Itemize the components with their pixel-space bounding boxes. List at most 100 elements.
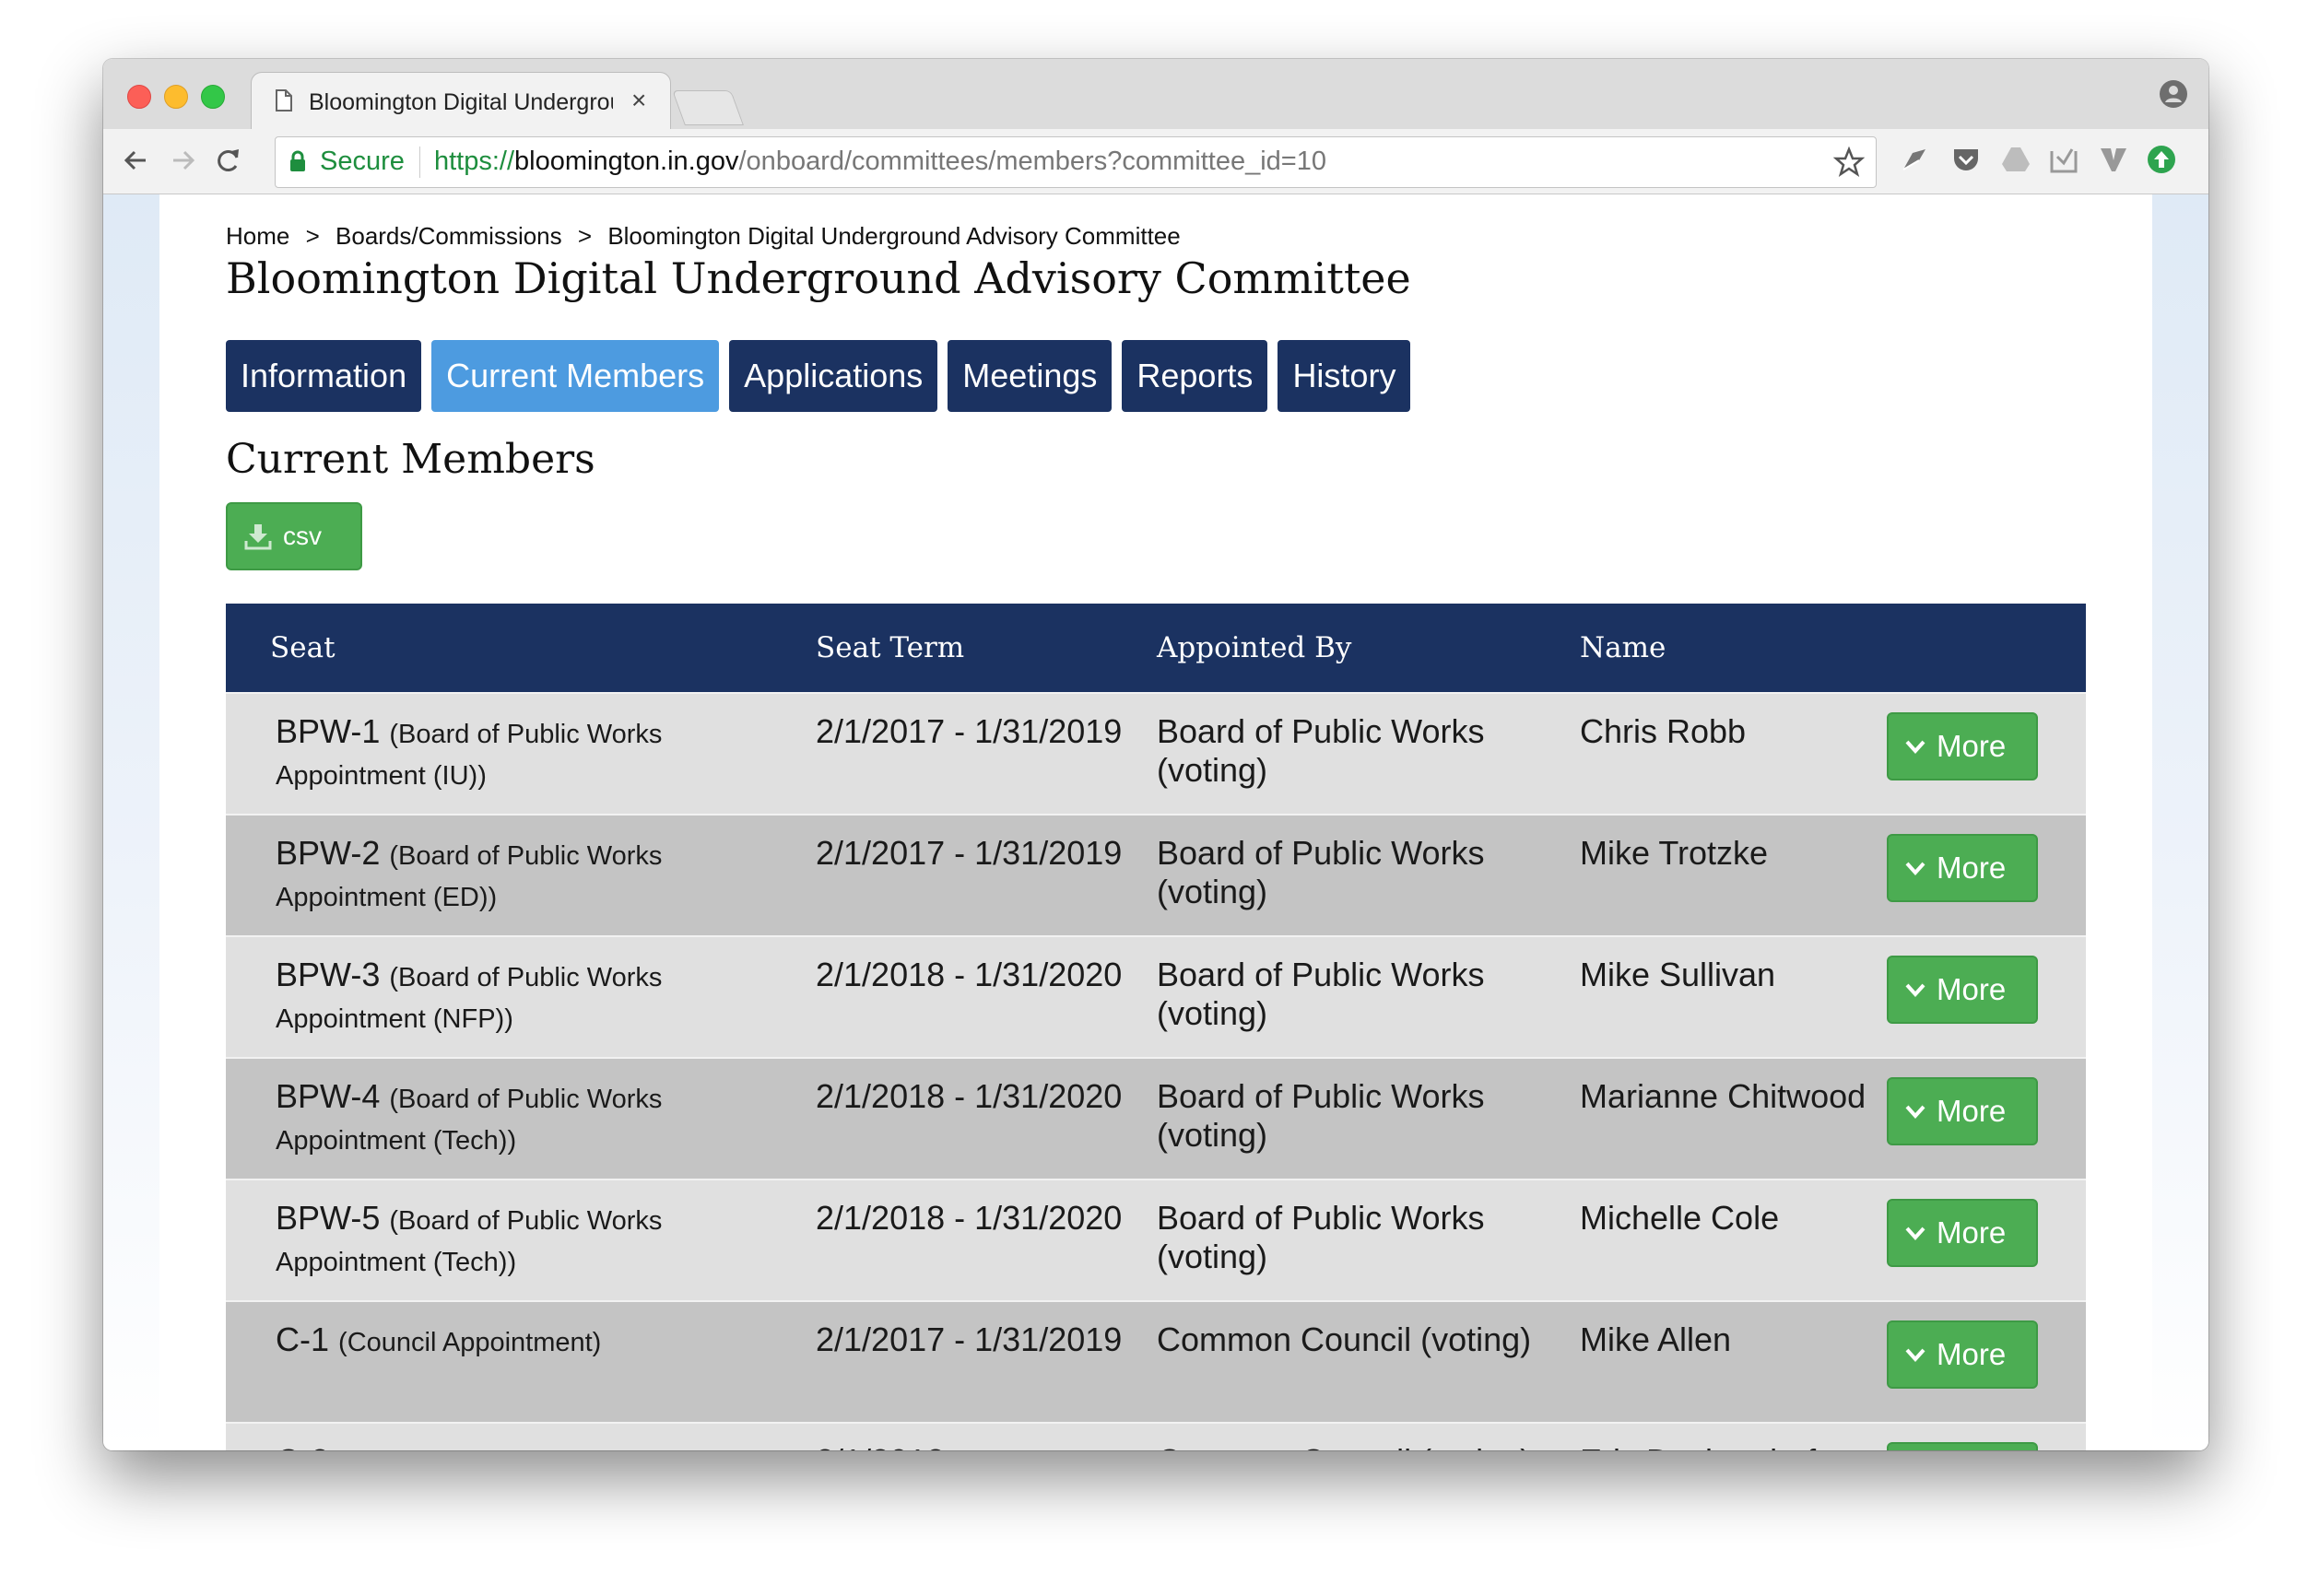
more-label: More <box>1937 1094 2007 1128</box>
seat-cell: C-2 (Council Appointment) <box>226 1423 801 1450</box>
breadcrumb-committee[interactable]: Bloomington Digital Underground Advisory… <box>607 222 1180 250</box>
actions-cell: More <box>1887 936 2086 1058</box>
header-seat: Seat <box>226 604 801 693</box>
update-icon[interactable] <box>2146 144 2177 175</box>
member-name-cell: Chris Robb <box>1554 693 1887 815</box>
seat-code: BPW-1 <box>276 712 381 750</box>
tab-information[interactable]: Information <box>226 340 422 412</box>
table-row: BPW-5 (Board of Public Works Appointment… <box>226 1179 2086 1301</box>
url-separator <box>419 147 420 178</box>
page-viewport: Home > Boards/Commissions > Bloomington … <box>103 194 2208 1450</box>
more-label: More <box>1937 1215 2007 1250</box>
appointed-by-cell: Board of Public Works (voting) <box>1131 936 1554 1058</box>
tab-title: Bloomington Digital Undergrou <box>309 89 613 115</box>
more-button[interactable]: More <box>1887 1077 2038 1145</box>
seat-code: BPW-4 <box>276 1077 381 1115</box>
member-name-cell: Eric Dockendorf <box>1554 1423 1887 1450</box>
star-icon[interactable] <box>1833 147 1865 178</box>
actions-cell: More <box>1887 693 2086 815</box>
seat-cell: BPW-5 (Board of Public Works Appointment… <box>226 1179 801 1301</box>
seat-term-cell: 2/1/2018 - 1/31/2020 <box>801 936 1131 1058</box>
member-name-cell: Mike Trotzke <box>1554 815 1887 936</box>
table-row: BPW-2 (Board of Public Works Appointment… <box>226 815 2086 936</box>
breadcrumb-separator: > <box>305 222 320 250</box>
table-row: C-1 (Council Appointment) 2/1/2017 - 1/31… <box>226 1301 2086 1423</box>
table-header-row: Seat Seat Term Appointed By Name <box>226 604 2086 693</box>
drive-icon[interactable] <box>2000 144 2031 175</box>
seat-description: (Council Appointment) <box>338 1328 602 1357</box>
forward-arrow-icon[interactable] <box>164 142 201 179</box>
chevron-down-icon <box>1905 983 1925 997</box>
header-actions <box>1887 604 2086 693</box>
browser-toolbar: Secure https://bloomington.in.gov/onboar… <box>103 129 2208 194</box>
tab-close-button[interactable]: × <box>631 86 646 115</box>
more-button[interactable]: More <box>1887 712 2038 780</box>
pocket-icon[interactable] <box>1950 144 1982 175</box>
minimize-window-button[interactable] <box>164 85 188 109</box>
tab-applications[interactable]: Applications <box>729 340 938 412</box>
header-seat-term: Seat Term <box>801 604 1131 693</box>
more-label: More <box>1937 729 2007 763</box>
profile-icon[interactable] <box>2159 79 2188 109</box>
seat-term-cell: 2/1/2018 - <box>801 1423 1131 1450</box>
more-label: More <box>1937 1337 2007 1371</box>
tab-history[interactable]: History <box>1278 340 1411 412</box>
more-button[interactable]: More <box>1887 1442 2038 1450</box>
breadcrumb-home[interactable]: Home <box>226 222 289 250</box>
seat-term-cell: 2/1/2017 - 1/31/2019 <box>801 1301 1131 1423</box>
table-row: BPW-4 (Board of Public Works Appointment… <box>226 1058 2086 1179</box>
page-content: Home > Boards/Commissions > Bloomington … <box>159 194 2152 1450</box>
seat-code: C-1 <box>276 1320 330 1358</box>
url-text[interactable]: https://bloomington.in.gov/onboard/commi… <box>434 147 1326 177</box>
chevron-down-icon <box>1905 740 1925 754</box>
header-name: Name <box>1554 604 1887 693</box>
seat-cell: BPW-1 (Board of Public Works Appointment… <box>226 693 801 815</box>
back-arrow-icon[interactable] <box>118 142 155 179</box>
seat-description: (Council Appointment) <box>338 1449 601 1450</box>
seat-code: BPW-5 <box>276 1199 381 1237</box>
member-name-cell: Marianne Chitwood <box>1554 1058 1887 1179</box>
more-button[interactable]: More <box>1887 956 2038 1024</box>
csv-label: csv <box>283 522 322 550</box>
close-window-button[interactable] <box>127 85 151 109</box>
actions-cell: More <box>1887 1179 2086 1301</box>
csv-download-button[interactable]: csv <box>226 502 362 570</box>
url-host: bloomington.in.gov <box>514 147 739 176</box>
seat-code: BPW-3 <box>276 956 381 993</box>
breadcrumb-boards[interactable]: Boards/Commissions <box>336 222 562 250</box>
address-bar[interactable]: Secure https://bloomington.in.gov/onboar… <box>275 136 1877 188</box>
tab-reports[interactable]: Reports <box>1122 340 1268 412</box>
more-button[interactable]: More <box>1887 1320 2038 1389</box>
save-to-icon[interactable] <box>2048 144 2079 175</box>
actions-cell: More <box>1887 1423 2086 1450</box>
more-label: More <box>1937 972 2007 1006</box>
actions-cell: More <box>1887 1301 2086 1423</box>
chevron-down-icon <box>1905 1226 1925 1240</box>
table-row: C-2 (Council Appointment)2/1/2018 -Commo… <box>226 1423 2086 1450</box>
document-icon <box>276 89 292 111</box>
more-label: More <box>1937 851 2007 885</box>
seat-cell: C-1 (Council Appointment) <box>226 1301 801 1423</box>
zoom-window-button[interactable] <box>201 85 225 109</box>
reload-icon[interactable] <box>210 142 247 179</box>
lock-icon <box>290 150 305 171</box>
member-name-cell: Mike Allen <box>1554 1301 1887 1423</box>
members-table-body: BPW-1 (Board of Public Works Appointment… <box>226 693 2086 1450</box>
more-button[interactable]: More <box>1887 834 2038 902</box>
extension-icon[interactable] <box>1899 144 1930 175</box>
chevron-down-icon <box>1905 1348 1925 1362</box>
seat-term-cell: 2/1/2017 - 1/31/2019 <box>801 815 1131 936</box>
browser-tab[interactable]: Bloomington Digital Undergrou × <box>251 72 671 130</box>
tab-current-members[interactable]: Current Members <box>431 340 720 412</box>
seat-term-cell: 2/1/2017 - 1/31/2019 <box>801 693 1131 815</box>
chevron-down-icon <box>1905 862 1925 875</box>
more-button[interactable]: More <box>1887 1199 2038 1267</box>
seat-cell: BPW-3 (Board of Public Works Appointment… <box>226 936 801 1058</box>
actions-cell: More <box>1887 1058 2086 1179</box>
vimium-icon[interactable] <box>2098 144 2129 175</box>
new-tab-button[interactable] <box>672 90 744 125</box>
page-title: Bloomington Digital Underground Advisory… <box>226 253 1411 303</box>
appointed-by-cell: Board of Public Works (voting) <box>1131 1058 1554 1179</box>
section-title: Current Members <box>226 436 595 483</box>
tab-meetings[interactable]: Meetings <box>948 340 1113 412</box>
